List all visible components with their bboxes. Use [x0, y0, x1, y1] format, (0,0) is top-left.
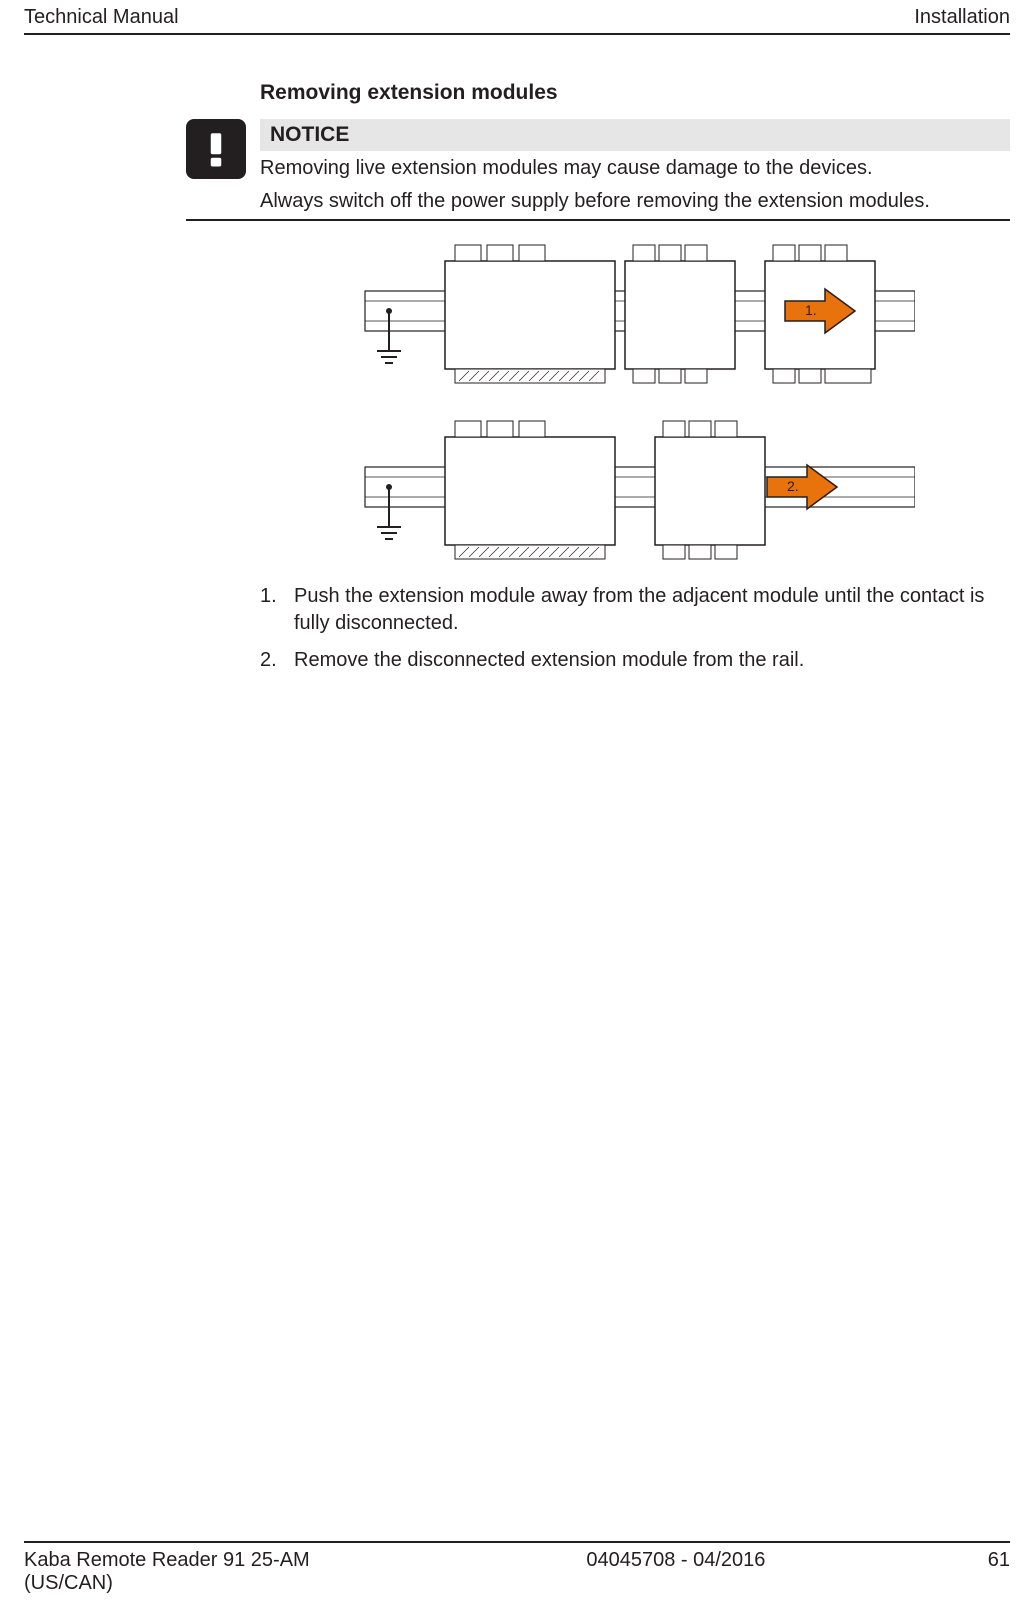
footer-center: 04045708 - 04/2016 [586, 1549, 765, 1595]
step-list: Push the extension module away from the … [260, 583, 1010, 674]
notice-block: NOTICE Removing live extension modules m… [186, 119, 1010, 219]
page-content: Removing extension modules NOTICE Removi… [260, 35, 1010, 674]
diagram-2: 2. [260, 407, 1010, 577]
section-title: Removing extension modules [260, 81, 1010, 105]
notice-body: NOTICE Removing live extension modules m… [260, 119, 1010, 219]
page-header: Technical Manual Installation [24, 0, 1010, 35]
header-left: Technical Manual [24, 6, 179, 29]
step-1: Push the extension module away from the … [260, 583, 1010, 637]
header-right: Installation [914, 6, 1010, 29]
exclamation-icon [186, 119, 246, 179]
notice-divider [186, 219, 1010, 221]
footer-page-number: 61 [988, 1549, 1010, 1595]
notice-text-1: Removing live extension modules may caus… [260, 157, 1010, 180]
notice-label: NOTICE [260, 119, 1010, 151]
notice-text-2: Always switch off the power supply befor… [260, 190, 1010, 213]
page-footer: Kaba Remote Reader 91 25-AM (US/CAN) 040… [24, 1541, 1010, 1595]
diagram-marker-1: 1. [805, 302, 817, 318]
diagram-1: 1. [260, 231, 1010, 401]
diagram-marker-2: 2. [787, 478, 799, 494]
step-2: Remove the disconnected extension module… [260, 647, 1010, 674]
footer-left: Kaba Remote Reader 91 25-AM (US/CAN) [24, 1549, 364, 1595]
